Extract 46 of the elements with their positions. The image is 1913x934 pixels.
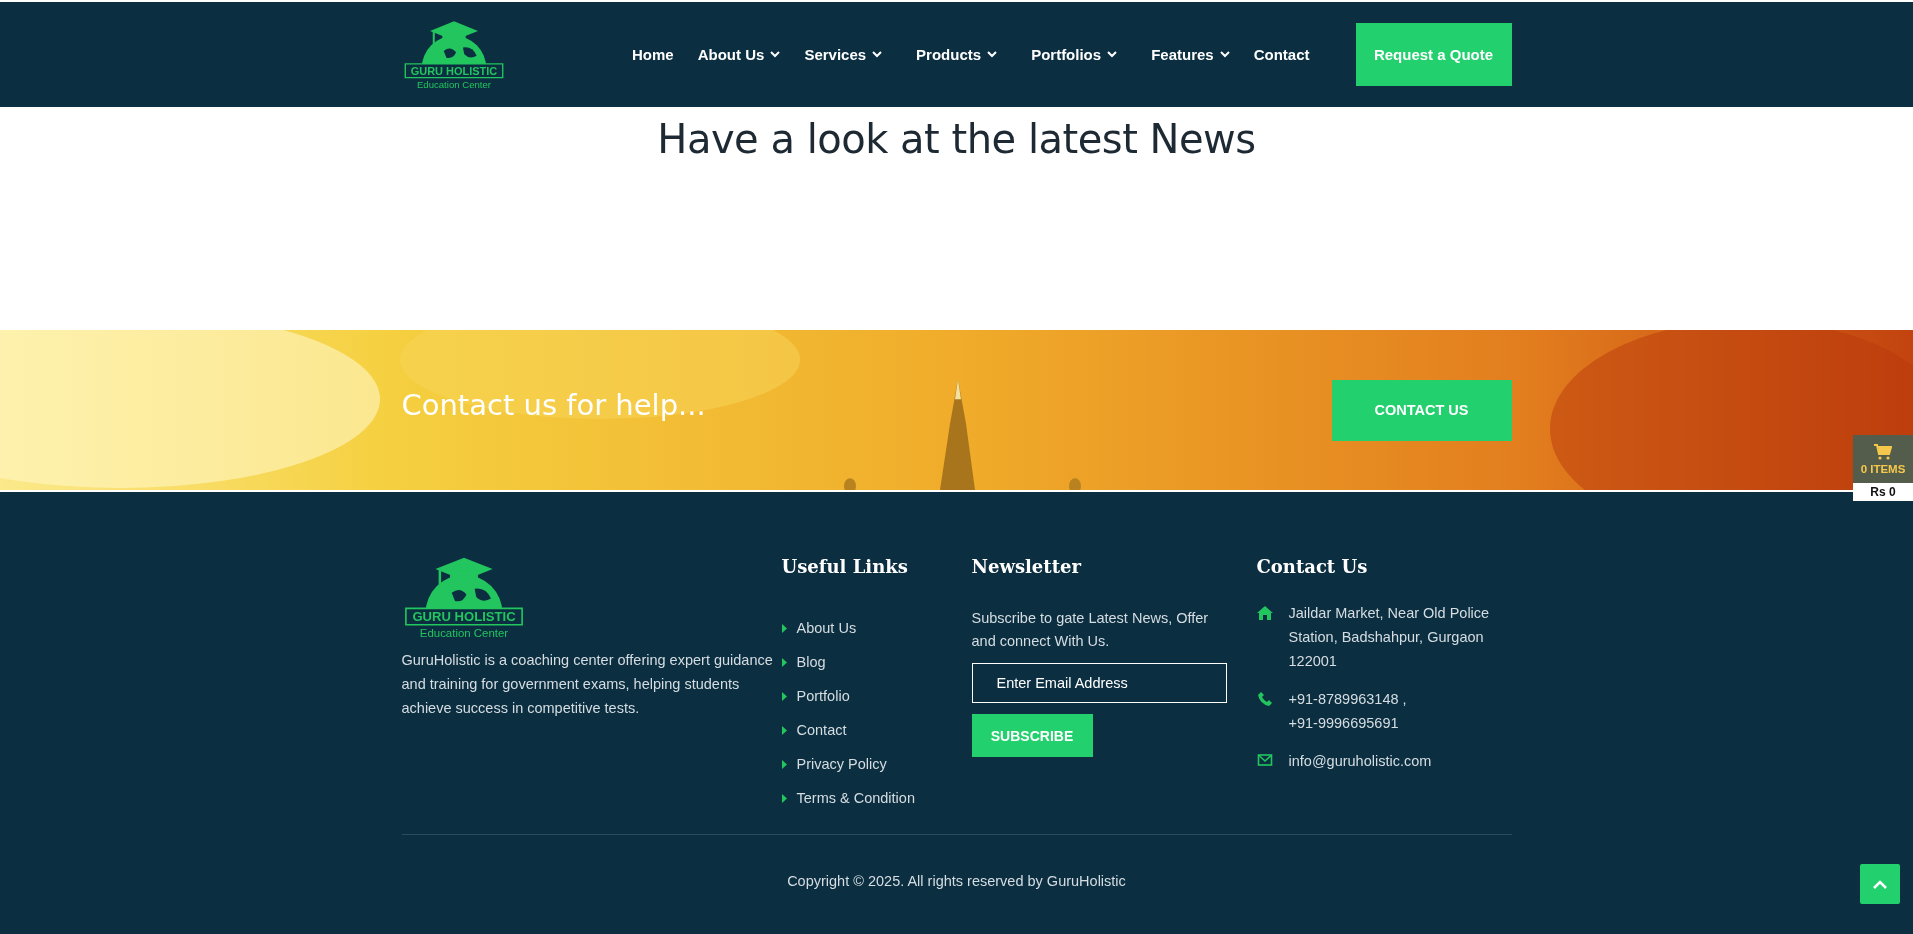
contact-text: +91-8789963148 ,: [1288, 690, 1408, 709]
caret-icon: [781, 725, 787, 735]
footer-link[interactable]: Privacy Policy: [796, 756, 887, 772]
footer-link[interactable]: Contact: [796, 722, 847, 738]
section-heading: Have a look at the latest News: [656, 115, 1257, 162]
nav-link[interactable]: Products: [904, 46, 1020, 63]
nav-link[interactable]: Contact: [1241, 46, 1322, 63]
caret-icon: [781, 691, 787, 701]
nav-link[interactable]: Features: [1139, 46, 1242, 63]
banner-text: Contact us for help...: [401, 388, 706, 422]
caret-icon: [781, 759, 787, 769]
footer-link[interactable]: About Us: [796, 620, 857, 636]
logo-tagline: Education Center: [416, 79, 491, 89]
home-icon: [1256, 606, 1273, 620]
cart-count: 0 ITEMS: [1860, 462, 1906, 475]
chevron-up-icon: [1873, 879, 1887, 889]
column-title: Newsletter: [971, 556, 1083, 577]
footer-link[interactable]: Terms & Condition: [796, 790, 915, 806]
contact-text: +91-9996695691: [1288, 714, 1400, 733]
copyright-text: Copyright © 2025. All rights reserved by GuruHolistic: [787, 873, 1126, 889]
caret-icon: [781, 657, 787, 667]
phone-icon: [1256, 692, 1273, 706]
footer-link[interactable]: Blog: [796, 654, 826, 670]
newsletter-text: Subscribe to gate Latest News, Offer and connect With Us.: [971, 609, 1210, 651]
logo-drawing[interactable]: [404, 557, 523, 626]
nav-link[interactable]: Portfolios: [1019, 46, 1140, 63]
logo-drawing[interactable]: [404, 21, 503, 79]
column-title: Contact Us: [1256, 556, 1369, 577]
nav-link[interactable]: About Us: [685, 46, 793, 63]
envelope-icon: [1256, 754, 1273, 766]
cart-widget[interactable]: 0 ITEMS: [1853, 435, 1913, 483]
cart-total: Rs 0: [1853, 483, 1913, 501]
logo-name: GURU HOLISTIC: [411, 609, 516, 625]
cart-icon: [1874, 443, 1892, 460]
logo-tagline: Education Center: [419, 627, 508, 638]
contact-text: info@guruholistic.com: [1288, 752, 1433, 771]
caret-icon: [781, 623, 787, 633]
caret-icon: [781, 793, 787, 803]
email-field[interactable]: Enter Email Address: [971, 663, 1227, 703]
nav-link[interactable]: Services: [792, 46, 905, 63]
column-title: Useful Links: [781, 556, 909, 577]
logo-name: GURU HOLISTIC: [410, 65, 497, 78]
nav-link[interactable]: Home: [620, 46, 686, 63]
contact-text: Jaildar Market, Near Old Police Station, Badshahpur, Gurgaon 122001: [1288, 604, 1491, 671]
about-text: GuruHolistic is a coaching center offering expert guidance and training for government exams, helping students achieve success in competitive tests.: [401, 650, 774, 718]
footer-link[interactable]: Portfolio: [796, 688, 850, 704]
